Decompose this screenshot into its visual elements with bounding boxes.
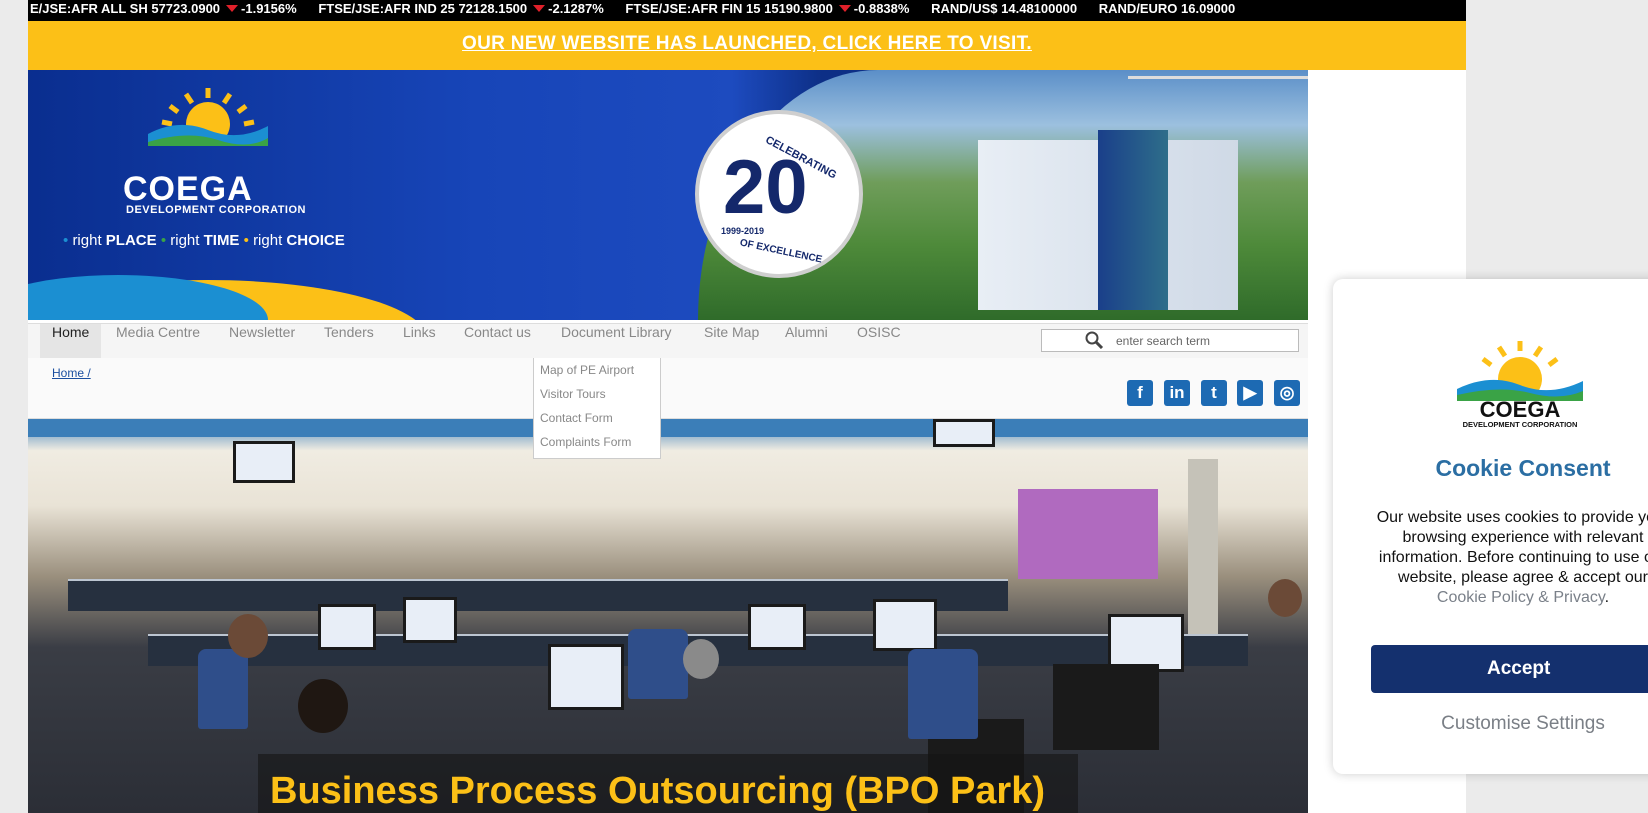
- cookie-text: Our website uses cookies to provide your…: [1376, 509, 1648, 606]
- nav-home[interactable]: Home: [40, 324, 102, 358]
- desk-row: [68, 579, 1008, 611]
- dropdown-item-contact-form[interactable]: Contact Form: [534, 406, 660, 430]
- dropdown-item-map-of-pe-airport[interactable]: Map of PE Airport: [534, 358, 660, 382]
- nav-links[interactable]: Links: [403, 324, 436, 358]
- coega-sun-logo-icon: [148, 88, 268, 146]
- twitter-icon[interactable]: t: [1201, 380, 1227, 406]
- facebook-icon[interactable]: f: [1127, 380, 1153, 406]
- monitor: [403, 597, 457, 643]
- coega-logo-icon: COEGA DEVELOPMENT CORPORATION: [1457, 341, 1583, 429]
- accept-button[interactable]: Accept: [1371, 645, 1648, 693]
- nav-tenders[interactable]: Tenders: [324, 324, 374, 358]
- sub-header: Home / f in t ▶ ◎: [28, 358, 1308, 419]
- dropdown-item-complaints-form[interactable]: Complaints Form: [534, 430, 660, 454]
- nav-document-library[interactable]: Document Library: [561, 324, 672, 358]
- purple-wall: [1018, 489, 1158, 579]
- office-building: [978, 130, 1238, 310]
- search-icon[interactable]: [1084, 331, 1104, 349]
- document-library-dropdown: Map of PE Airport Visitor Tours Contact …: [533, 358, 661, 459]
- new-website-banner: OUR NEW WEBSITE HAS LAUNCHED, CLICK HERE…: [28, 21, 1466, 70]
- ticker-item: FTSE/JSE:AFR IND 25 72128.1500 -2.1287%: [318, 1, 604, 16]
- person: [1268, 579, 1302, 617]
- person: [228, 614, 268, 658]
- main-nav: Home Media Centre Newsletter Tenders Lin…: [28, 323, 1308, 359]
- monitor: [873, 599, 937, 651]
- cookie-consent-dialog: COEGA DEVELOPMENT CORPORATION Cookie Con…: [1333, 279, 1648, 774]
- new-website-link[interactable]: OUR NEW WEBSITE HAS LAUNCHED, CLICK HERE…: [462, 33, 1032, 54]
- nav-osisc[interactable]: OSISC: [857, 324, 901, 358]
- ceiling-band: [28, 419, 1308, 437]
- monitor: [318, 604, 376, 650]
- port-cranes: [1128, 76, 1308, 109]
- monitor: [548, 644, 624, 710]
- pillar: [1188, 459, 1218, 639]
- glass-tower: [1098, 130, 1168, 310]
- person: [298, 679, 348, 733]
- page: E/JSE:AFR ALL SH 57723.0900 -1.9156% FTSE…: [28, 0, 1466, 813]
- nav-site-map[interactable]: Site Map: [704, 324, 759, 358]
- office-chair: [198, 649, 248, 729]
- search-box: [1041, 329, 1299, 352]
- ticker-item: FTSE/JSE:AFR FIN 15 15190.9800 -0.8838%: [625, 1, 910, 16]
- cookie-logo-subtitle: DEVELOPMENT CORPORATION: [1463, 420, 1578, 429]
- wall-tv: [233, 441, 295, 483]
- instagram-icon[interactable]: ◎: [1274, 380, 1300, 406]
- bpo-park-photo: Business Process Outsourcing (BPO Park): [28, 419, 1308, 813]
- ticker-item: RAND/EURO 16.09000: [1098, 1, 1236, 16]
- cookie-logo-name: COEGA: [1480, 397, 1561, 422]
- bpo-caption: Business Process Outsourcing (BPO Park): [258, 754, 1078, 813]
- search-input[interactable]: [1114, 332, 1293, 350]
- office-chair: [908, 649, 978, 739]
- down-arrow-icon: [226, 5, 239, 12]
- cookie-title: Cookie Consent: [1435, 455, 1611, 481]
- header-hero: COEGA DEVELOPMENT CORPORATION • right PL…: [28, 70, 1308, 320]
- tagline: • right PLACE • right TIME • right CHOIC…: [63, 232, 345, 249]
- breadcrumb[interactable]: Home /: [52, 366, 91, 380]
- stock-ticker: E/JSE:AFR ALL SH 57723.0900 -1.9156% FTSE…: [28, 0, 1466, 21]
- monitor: [1053, 664, 1159, 750]
- down-arrow-icon: [838, 5, 851, 12]
- ticker-item: E/JSE:AFR ALL SH 57723.0900 -1.9156%: [30, 1, 297, 16]
- nav-contact-us[interactable]: Contact us: [464, 324, 531, 358]
- person: [683, 639, 719, 679]
- 20-years-badge: CELEBRATING 20 years 1999-2019 OF EXCELL…: [695, 110, 863, 278]
- customise-settings-link[interactable]: Customise Settings: [1333, 713, 1648, 735]
- nav-alumni[interactable]: Alumni: [785, 324, 828, 358]
- ticker-item: RAND/US$ 14.48100000: [931, 1, 1078, 16]
- youtube-icon[interactable]: ▶: [1237, 380, 1263, 406]
- wall-tv: [933, 419, 995, 447]
- cookie-policy-link[interactable]: Cookie Policy & Privacy: [1437, 589, 1605, 606]
- down-arrow-icon: [533, 5, 546, 12]
- coega-logo-subtitle: DEVELOPMENT CORPORATION: [126, 204, 306, 216]
- dropdown-item-visitor-tours[interactable]: Visitor Tours: [534, 382, 660, 406]
- nav-media-centre[interactable]: Media Centre: [116, 324, 200, 358]
- office-chair: [628, 629, 688, 699]
- linkedin-icon[interactable]: in: [1164, 380, 1190, 406]
- nav-newsletter[interactable]: Newsletter: [229, 324, 295, 358]
- monitor: [748, 604, 806, 650]
